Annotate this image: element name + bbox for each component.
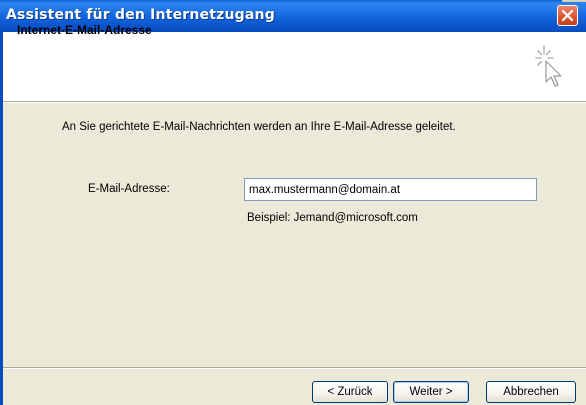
wizard-cursor-icon bbox=[535, 45, 562, 87]
example-text: Beispiel: Jemand@microsoft.com bbox=[247, 212, 418, 224]
next-button[interactable]: Weiter > bbox=[393, 381, 469, 403]
wizard-content bbox=[3, 103, 586, 367]
back-button[interactable]: < Zurück bbox=[312, 381, 388, 403]
close-icon bbox=[561, 9, 574, 22]
page-title: Internet-E-Mail-Adresse bbox=[17, 23, 152, 37]
title-bar-edge bbox=[562, 0, 586, 2]
intro-text: An Sie gerichtete E-Mail-Nachrichten wer… bbox=[62, 121, 456, 133]
cancel-button[interactable]: Abbrechen bbox=[486, 381, 576, 403]
email-label: E-Mail-Adresse: bbox=[88, 183, 170, 195]
email-field[interactable] bbox=[244, 178, 537, 201]
wizard-header bbox=[3, 32, 586, 101]
window-title: Assistent für den Internetzugang bbox=[6, 7, 275, 23]
close-button[interactable] bbox=[557, 5, 578, 26]
